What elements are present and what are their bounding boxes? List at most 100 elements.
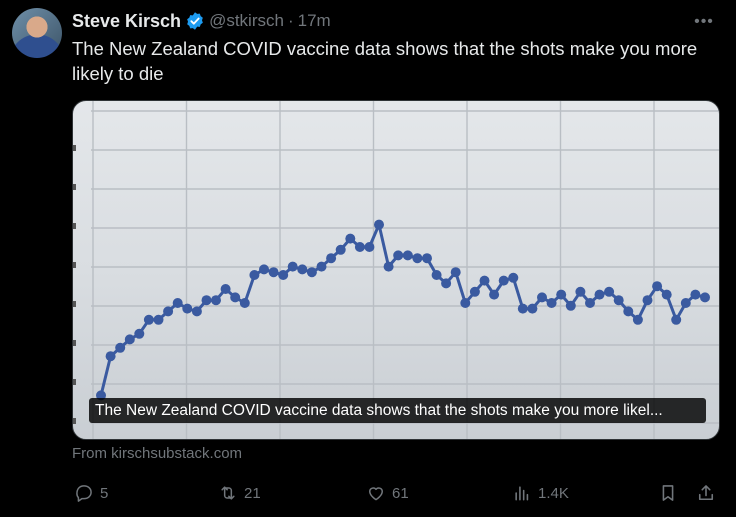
data-point xyxy=(306,267,317,278)
tweet-text: The New Zealand COVID vaccine data shows… xyxy=(72,38,698,84)
more-icon[interactable]: ••• xyxy=(692,11,716,33)
source-link[interactable]: From kirschsubstack.com xyxy=(72,445,242,462)
y-axis-tick xyxy=(73,418,76,424)
data-point xyxy=(211,295,221,306)
timestamp[interactable]: 17m xyxy=(298,11,331,31)
data-point xyxy=(450,267,461,278)
data-point xyxy=(671,314,682,325)
data-point xyxy=(642,295,653,306)
data-point xyxy=(287,261,298,272)
data-point xyxy=(163,306,174,317)
chart-grid xyxy=(91,101,719,439)
repost-button[interactable]: 21 xyxy=(218,480,261,506)
data-point xyxy=(153,314,164,325)
data-point xyxy=(537,292,547,303)
data-point xyxy=(374,219,384,230)
views-button[interactable]: 1.4K xyxy=(512,480,569,506)
media-caption-text: The New Zealand COVID vaccine data shows… xyxy=(95,402,663,419)
like-count: 61 xyxy=(392,484,409,502)
views-count: 1.4K xyxy=(538,484,569,502)
data-point xyxy=(239,298,250,308)
data-point xyxy=(220,284,231,294)
data-point xyxy=(383,261,394,272)
data-point xyxy=(115,342,126,353)
reply-button[interactable]: 5 xyxy=(74,480,108,506)
data-point xyxy=(517,303,528,314)
data-point xyxy=(594,289,605,300)
data-point xyxy=(661,289,672,300)
media-caption: The New Zealand COVID vaccine data shows… xyxy=(89,398,706,423)
data-point xyxy=(652,281,663,292)
share-icon xyxy=(698,485,714,501)
data-point xyxy=(527,303,538,314)
data-point xyxy=(259,264,269,275)
data-point xyxy=(402,250,413,261)
data-point xyxy=(316,261,327,272)
y-axis-tick xyxy=(73,301,76,307)
data-point xyxy=(354,242,365,252)
data-point xyxy=(393,250,404,261)
data-point xyxy=(201,295,212,306)
data-point xyxy=(489,289,500,300)
action-bar: 5 21 61 1.4K xyxy=(72,480,722,506)
repost-icon xyxy=(221,486,235,500)
data-point xyxy=(268,267,279,278)
data-point xyxy=(182,303,193,314)
data-point xyxy=(690,289,701,300)
data-point xyxy=(431,270,442,280)
separator-dot: · xyxy=(287,11,294,30)
author-handle[interactable]: @stkirsch xyxy=(209,11,284,31)
data-point xyxy=(479,275,490,286)
avatar[interactable] xyxy=(12,8,62,58)
data-point xyxy=(469,286,480,297)
y-axis-tick xyxy=(73,262,76,268)
data-point xyxy=(278,270,289,280)
data-point xyxy=(460,298,471,308)
verified-badge-icon xyxy=(185,11,205,31)
y-axis-tick xyxy=(73,184,76,190)
data-point xyxy=(230,292,241,303)
data-point xyxy=(249,270,260,280)
data-point xyxy=(498,275,509,286)
like-button[interactable]: 61 xyxy=(366,480,409,506)
data-point xyxy=(546,298,557,308)
y-axis-tick xyxy=(73,145,76,151)
data-point xyxy=(172,298,183,308)
author-name[interactable]: Steve Kirsch xyxy=(72,11,181,32)
data-point xyxy=(632,314,643,325)
data-point xyxy=(335,244,346,255)
reply-count: 5 xyxy=(100,484,109,502)
data-point xyxy=(364,242,375,252)
repost-count: 21 xyxy=(244,484,261,502)
data-point xyxy=(326,253,337,264)
data-point xyxy=(508,272,519,283)
reply-icon xyxy=(76,485,92,502)
data-point xyxy=(565,300,576,311)
line-chart xyxy=(73,101,719,439)
data-point xyxy=(134,328,145,339)
data-point xyxy=(345,233,356,244)
data-point xyxy=(700,292,710,303)
data-point xyxy=(441,278,452,289)
views-icon xyxy=(515,486,529,501)
data-point xyxy=(105,351,116,362)
bookmark-button[interactable] xyxy=(658,480,678,506)
data-point xyxy=(124,334,135,345)
data-point xyxy=(191,306,202,317)
bookmark-icon xyxy=(662,485,674,501)
data-point xyxy=(680,298,691,308)
share-button[interactable] xyxy=(696,480,716,506)
data-point xyxy=(297,264,308,275)
y-axis-tick xyxy=(73,379,76,385)
data-point xyxy=(585,298,595,308)
data-point xyxy=(604,286,615,297)
y-axis-tick xyxy=(73,340,76,346)
tweet-header: Steve Kirsch @stkirsch · 17m ••• xyxy=(72,9,722,33)
data-point xyxy=(613,295,624,306)
data-point xyxy=(623,306,634,317)
data-point xyxy=(556,289,567,300)
data-point xyxy=(143,314,154,325)
y-axis-tick xyxy=(73,223,76,229)
tweet-media[interactable]: The New Zealand COVID vaccine data shows… xyxy=(72,100,720,440)
data-point xyxy=(412,253,423,264)
